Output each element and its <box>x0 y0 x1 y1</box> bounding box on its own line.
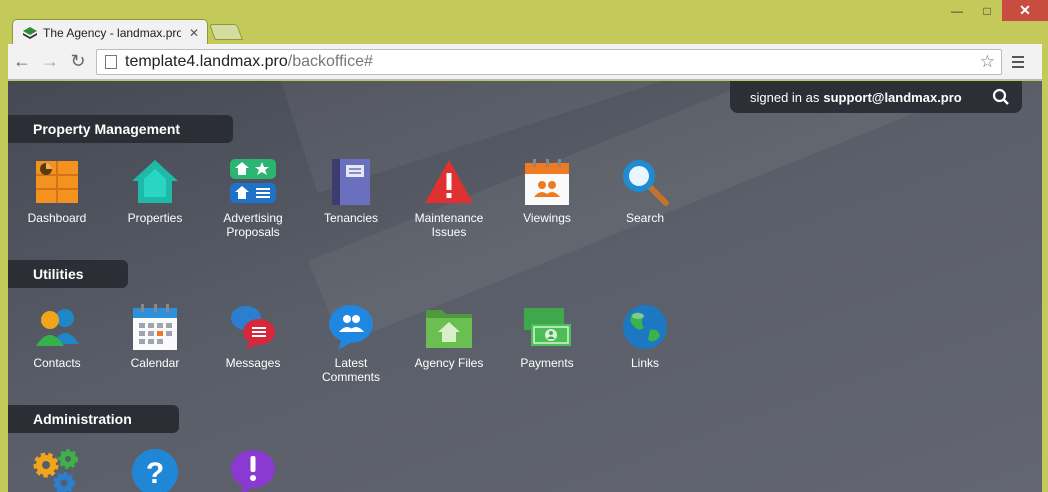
tab-close-icon[interactable]: ✕ <box>189 26 199 40</box>
app-settings[interactable] <box>8 447 106 492</box>
page-icon <box>105 54 117 69</box>
app-tenancies[interactable]: Tenancies <box>302 157 400 239</box>
dashboard-icon <box>36 161 78 203</box>
app-alerts[interactable] <box>204 447 302 492</box>
app-label: Contacts <box>33 356 81 370</box>
app-properties[interactable]: Properties <box>106 157 204 239</box>
app-calendar[interactable]: Calendar <box>106 302 204 384</box>
window-controls: — □ ✕ <box>942 0 1048 22</box>
house-icon <box>132 160 178 203</box>
section-administration: Administration <box>8 405 179 433</box>
calendar-people-icon <box>525 159 569 205</box>
search-icon[interactable] <box>992 88 1010 106</box>
app-label: Agency Files <box>414 356 484 370</box>
app-label: Advertising Proposals <box>223 211 283 239</box>
maximize-button[interactable]: □ <box>972 0 1002 21</box>
magnifier-icon <box>623 160 669 206</box>
forward-button[interactable]: → <box>36 48 64 76</box>
app-label: Links <box>630 356 659 370</box>
app-label: Tenancies <box>323 211 379 225</box>
warning-icon <box>425 160 473 203</box>
section-property-management: Property Management <box>8 115 233 143</box>
app-label: Messages <box>225 356 281 370</box>
app-contacts[interactable]: Contacts <box>8 302 106 384</box>
app-label: Latest Comments <box>321 356 380 384</box>
utilities-apps: Contacts Calendar Messages Latest Commen… <box>8 302 694 384</box>
url-path: /backoffice# <box>287 52 373 70</box>
section-title: Utilities <box>33 266 84 282</box>
backoffice-page: signed in as support@landmax.pro Propert… <box>8 81 1042 492</box>
money-icon <box>524 308 571 346</box>
app-dashboard[interactable]: Dashboard <box>8 157 106 239</box>
app-label: Maintenance Issues <box>414 211 484 239</box>
back-button[interactable]: ← <box>8 48 36 76</box>
app-advertising-proposals[interactable]: Advertising Proposals <box>204 157 302 239</box>
app-viewings[interactable]: Viewings <box>498 157 596 239</box>
browser-toolbar: ← → ↻ template4.landmax.pro/backoffice# … <box>8 44 1042 80</box>
app-help[interactable]: ? <box>106 447 204 492</box>
close-window-button[interactable]: ✕ <box>1002 0 1048 21</box>
gears-icon <box>33 449 78 492</box>
svg-text:?: ? <box>146 457 164 490</box>
app-label: Calendar <box>130 356 180 370</box>
app-maintenance-issues[interactable]: Maintenance Issues <box>400 157 498 239</box>
app-label: Viewings <box>523 211 571 225</box>
book-icon <box>332 159 370 205</box>
administration-apps: ? <box>8 447 302 492</box>
browser-tab[interactable]: The Agency - landmax.pro ✕ <box>12 19 208 45</box>
browser-window-frame: — □ ✕ The Agency - landmax.pro ✕ ← → ↻ t… <box>0 0 1048 492</box>
alert-bubble-icon <box>231 450 275 492</box>
user-email[interactable]: support@landmax.pro <box>823 90 961 105</box>
app-messages[interactable]: Messages <box>204 302 302 384</box>
app-label: Search <box>625 211 665 225</box>
property-management-apps: Dashboard Properties Advertising Proposa… <box>8 157 694 239</box>
help-icon: ? <box>132 449 178 492</box>
bookmark-star-icon[interactable]: ☆ <box>980 52 995 72</box>
address-bar[interactable]: template4.landmax.pro/backoffice# ☆ <box>96 48 1002 75</box>
signed-in-bar: signed in as support@landmax.pro <box>730 81 1022 113</box>
app-links[interactable]: Links <box>596 302 694 384</box>
app-label: Properties <box>127 211 183 225</box>
contacts-icon <box>36 309 79 346</box>
app-latest-comments[interactable]: Latest Comments <box>302 302 400 384</box>
section-title: Property Management <box>33 121 181 137</box>
globe-icon <box>623 305 667 349</box>
app-search[interactable]: Search <box>596 157 694 239</box>
app-label: Payments <box>520 356 574 370</box>
minimize-button[interactable]: — <box>942 0 972 21</box>
advertising-icon <box>230 159 276 203</box>
section-utilities: Utilities <box>8 260 128 288</box>
app-label: Dashboard <box>27 211 87 225</box>
url-host: template4.landmax.pro <box>125 52 288 70</box>
calendar-icon <box>133 304 177 350</box>
app-agency-files[interactable]: Agency Files <box>400 302 498 384</box>
new-tab-button[interactable] <box>209 24 243 40</box>
app-payments[interactable]: Payments <box>498 302 596 384</box>
section-title: Administration <box>33 411 132 427</box>
site-favicon-icon <box>23 26 37 39</box>
chat-bubbles-icon <box>231 306 275 350</box>
tab-title: The Agency - landmax.pro <box>43 25 181 40</box>
reload-button[interactable]: ↻ <box>64 48 92 76</box>
signed-in-prefix: signed in as <box>750 89 820 105</box>
folder-icon <box>426 310 472 348</box>
comment-icon <box>329 305 373 350</box>
browser-menu-icon[interactable] <box>1012 55 1024 68</box>
